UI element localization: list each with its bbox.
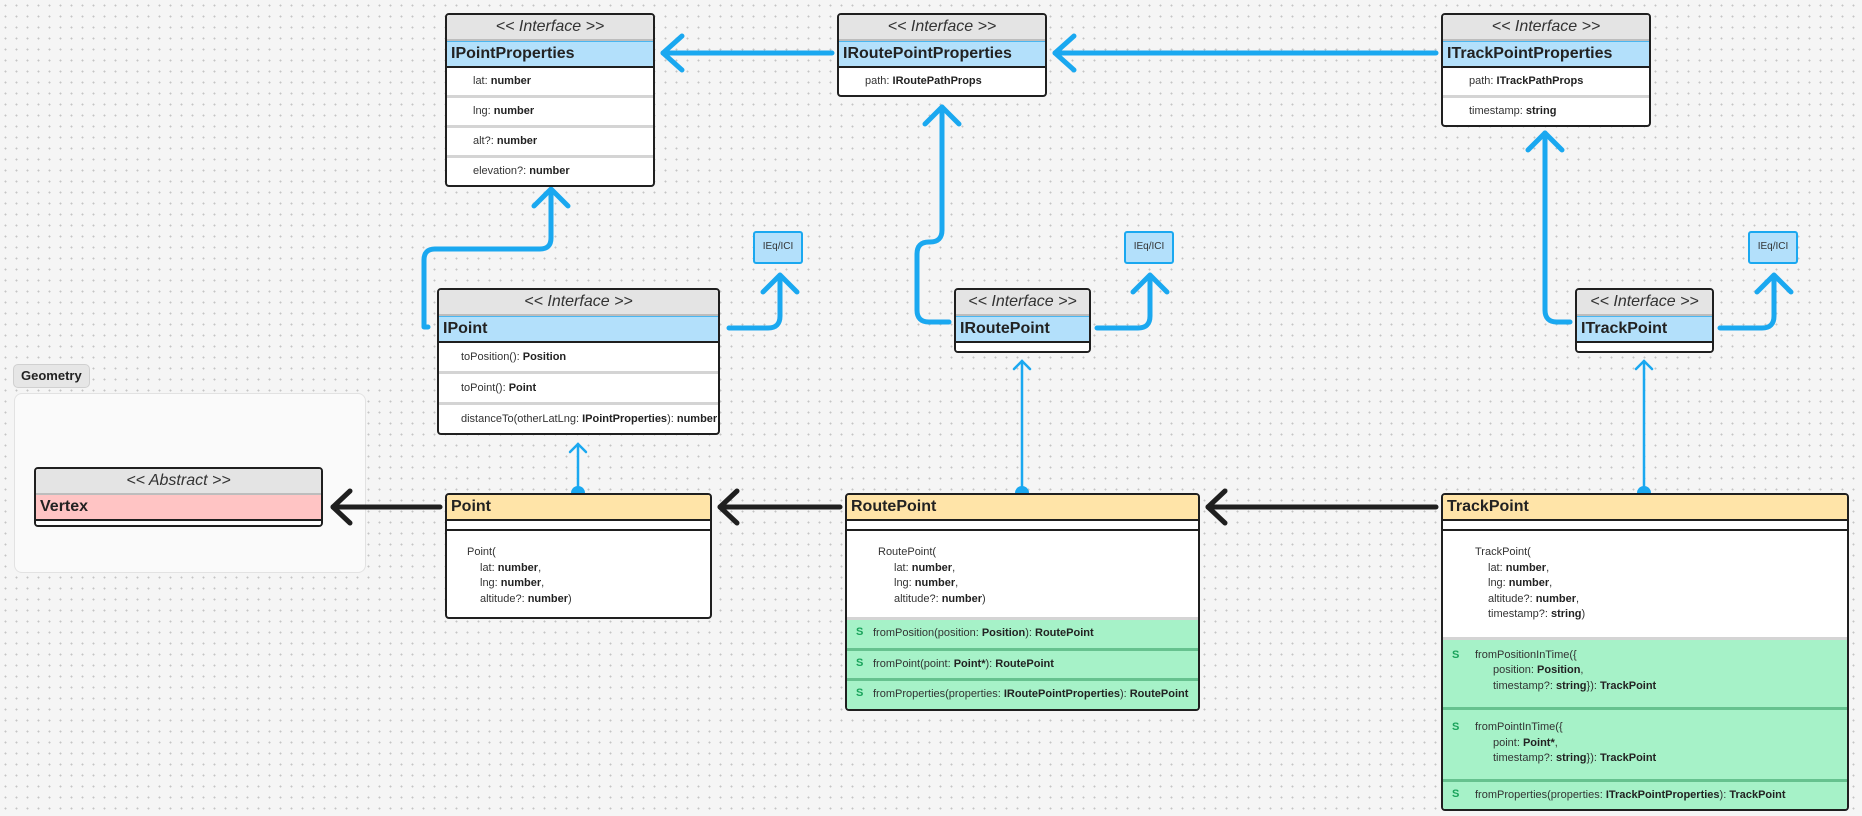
stereotype-label: << Interface >>	[839, 15, 1045, 41]
arrowhead	[1130, 272, 1170, 295]
static-marker: S	[1452, 721, 1460, 733]
arrowhead	[568, 442, 588, 454]
empty-body	[956, 343, 1089, 351]
interface-name: ITrackPoint	[1577, 316, 1712, 343]
impl-arrow-iroutepoint-to-ieq	[1094, 273, 1153, 331]
interface-ipointproperties[interactable]: << Interface >> IPointProperties lat: nu…	[445, 13, 655, 187]
static-marker: S	[856, 656, 864, 669]
arrowhead	[1012, 359, 1032, 371]
constructor-routepoint: RoutePoint( lat: number, lng: number, al…	[878, 546, 986, 605]
interface-iroutepointproperties[interactable]: << Interface >> IRoutePointProperties pa…	[837, 13, 1047, 97]
extends-arrow-itrackpoint-to-itrackpointprops	[1542, 130, 1573, 325]
interface-ieq-ici-itrackpoint[interactable]: IEq/ICI	[1748, 231, 1798, 264]
interface-name: IPointProperties	[447, 41, 653, 68]
interface-name: IPoint	[439, 316, 718, 343]
field-timestamp: timestamp: string	[1469, 105, 1557, 117]
empty-body	[1577, 343, 1712, 351]
field-path: path: ITrackPathProps	[1443, 68, 1649, 98]
arrowhead	[1634, 359, 1654, 371]
class-point[interactable]: Point Point( lat: number, lng: number, a…	[445, 493, 712, 619]
arrowhead	[1205, 488, 1228, 526]
field-elevation: elevation?: number	[473, 165, 570, 177]
extends-arrow-iroutepoint-to-iroutepointprops	[914, 104, 952, 325]
class-name: TrackPoint	[1443, 495, 1847, 521]
class-name: Point	[447, 495, 710, 521]
impl-arrow-itrackpoint-to-ieq	[1717, 273, 1777, 331]
method-toposition: toPosition(): Position	[439, 343, 718, 374]
static-marker: S	[856, 687, 864, 699]
stereotype-label: << Interface >>	[447, 15, 653, 41]
interface-ieq-ici-ipoint[interactable]: IEq/ICI	[753, 231, 803, 264]
arrowhead	[660, 33, 685, 73]
method-distanceto: distanceTo(otherLatLng: IPointProperties…	[461, 413, 718, 425]
class-routepoint[interactable]: RoutePoint RoutePoint( lat: number, lng:…	[845, 493, 1200, 711]
static-marker: S	[1452, 787, 1460, 800]
interface-itrackpointproperties[interactable]: << Interface >> ITrackPointProperties pa…	[1441, 13, 1651, 127]
static-marker: S	[1452, 648, 1460, 661]
arrowhead	[1525, 130, 1565, 153]
abstract-class-vertex[interactable]: << Abstract >> Vertex	[34, 467, 323, 527]
constructor-point: Point( lat: number, lng: number, altitud…	[467, 546, 572, 605]
impl-arrow-ipoint-to-ieq	[726, 273, 783, 331]
stereotype-label: << Interface >>	[439, 290, 718, 316]
static-method-frompositionintime: S fromPositionInTime({ position: Positio…	[1443, 636, 1847, 707]
static-method-frompoint: S fromPoint(point: Point*): RoutePoint	[847, 647, 1198, 678]
arrowhead	[1052, 33, 1077, 73]
arrowhead	[760, 272, 800, 295]
attributes-section	[847, 521, 1198, 531]
arrowhead	[1754, 272, 1794, 295]
attributes-section	[447, 521, 710, 531]
group-label-geometry[interactable]: Geometry	[13, 364, 90, 388]
stereotype-label: << Interface >>	[1443, 15, 1649, 41]
interface-ipoint[interactable]: << Interface >> IPoint toPosition(): Pos…	[437, 288, 720, 435]
class-name: RoutePoint	[847, 495, 1198, 521]
interface-ieq-ici-iroutepoint[interactable]: IEq/ICI	[1124, 231, 1174, 264]
field-path: path: IRoutePathProps	[865, 75, 982, 87]
arrowhead	[531, 186, 571, 209]
interface-itrackpoint[interactable]: << Interface >> ITrackPoint	[1575, 288, 1714, 353]
static-method-frompointintime: S fromPointInTime({ point: Point*, times…	[1443, 707, 1847, 779]
stereotype-label: << Abstract >>	[36, 469, 321, 495]
field-lng: lng: number	[447, 98, 653, 128]
stereotype-label: << Interface >>	[1577, 290, 1712, 316]
constructor-trackpoint: TrackPoint( lat: number, lng: number, al…	[1475, 546, 1586, 620]
interface-name: ITrackPointProperties	[1443, 41, 1649, 68]
arrowhead	[717, 488, 740, 526]
class-name: Vertex	[36, 495, 321, 521]
static-method-fromposition: S fromPosition(position: Position): Rout…	[847, 617, 1198, 648]
method-topoint: toPoint(): Point	[439, 374, 718, 405]
interface-name: IRoutePoint	[956, 316, 1089, 343]
static-method-fromproperties: S fromProperties(properties: ITrackPoint…	[1443, 778, 1847, 809]
field-alt: alt?: number	[447, 128, 653, 158]
empty-body	[36, 521, 321, 525]
static-marker: S	[856, 626, 864, 638]
static-method-fromproperties: S fromProperties(properties: IRoutePoint…	[847, 678, 1198, 709]
interface-name: IRoutePointProperties	[839, 41, 1045, 68]
arrowhead	[922, 104, 962, 127]
attributes-section	[1443, 521, 1847, 531]
class-trackpoint[interactable]: TrackPoint TrackPoint( lat: number, lng:…	[1441, 493, 1849, 811]
interface-iroutepoint[interactable]: << Interface >> IRoutePoint	[954, 288, 1091, 353]
stereotype-label: << Interface >>	[956, 290, 1089, 316]
field-lat: lat: number	[447, 68, 653, 98]
